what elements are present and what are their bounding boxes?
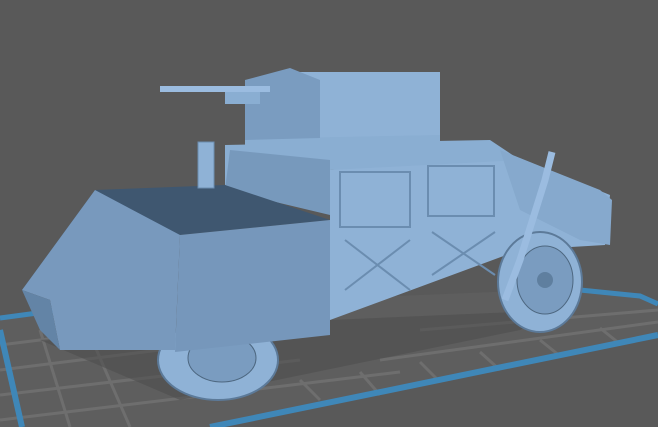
- 3d-viewport[interactable]: [0, 0, 658, 427]
- machine-gun: [160, 86, 270, 92]
- exhaust-pipe: [197, 141, 215, 189]
- scene: [0, 68, 658, 427]
- rear-box-front: [175, 220, 330, 352]
